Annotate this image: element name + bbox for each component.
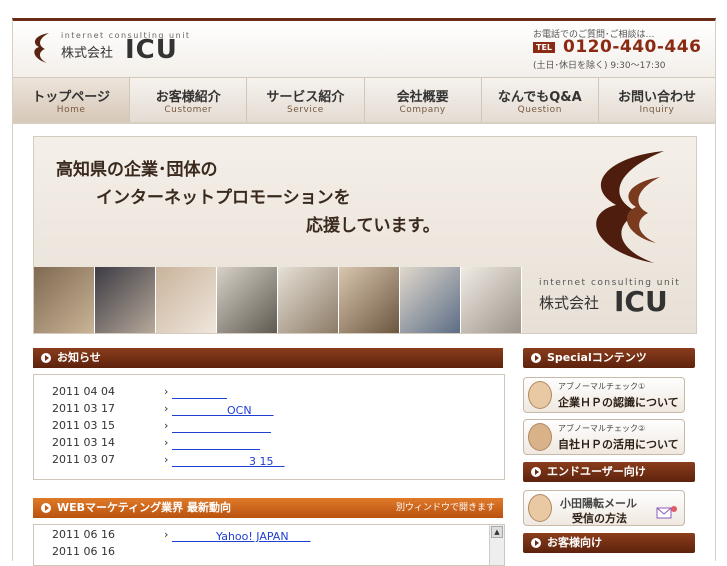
arrow-icon: › bbox=[164, 453, 169, 466]
check2-sublabel: アブノーマルチェック② bbox=[558, 424, 646, 433]
scroll-up-icon[interactable]: ▲ bbox=[491, 526, 503, 538]
mail-icon bbox=[656, 506, 677, 519]
mail-line-1: 小田陽転メール bbox=[560, 497, 637, 510]
news-list: 2011 04 04 › 2011 03 17 › OCN 2011 03 15… bbox=[33, 374, 505, 480]
list-item: 2011 03 07 › 3 15 bbox=[52, 453, 492, 470]
staff-photo bbox=[156, 267, 217, 333]
list-item: 2011 06 16 bbox=[52, 545, 492, 562]
news-link[interactable]: OCN bbox=[172, 402, 274, 418]
special-header: Specialコンテンツ bbox=[523, 348, 695, 368]
mail-line-2: 受信の方法 bbox=[572, 512, 627, 525]
nav-label: トップページ bbox=[32, 90, 110, 105]
nav-label: なんでもQ&A bbox=[497, 90, 582, 105]
hero-banner: 高知県の企業･団体の インターネットプロモーションを 応援しています。 inte… bbox=[33, 136, 697, 334]
hero-line-3: 応援しています。 bbox=[306, 216, 440, 236]
news-date: 2011 06 16 bbox=[52, 545, 115, 558]
arrow-icon: › bbox=[164, 402, 169, 415]
hero-line-1: 高知県の企業･団体の bbox=[56, 160, 218, 180]
nav-sublabel: Inquiry bbox=[639, 105, 675, 115]
customer-header: お客様向け bbox=[523, 533, 695, 553]
news-date: 2011 03 07 bbox=[52, 453, 115, 466]
news-date: 2011 06 16 bbox=[52, 528, 115, 541]
staff-photo bbox=[217, 267, 278, 333]
new-window-note: 別ウィンドウで開きます bbox=[395, 503, 495, 513]
check1-label: 企業ＨＰの認識について bbox=[558, 396, 679, 409]
main-nav: トップページ Home お客様紹介 Customer サービス紹介 Servic… bbox=[13, 77, 715, 124]
logo-icon bbox=[34, 33, 49, 63]
hero-line-2: インターネットプロモーションを bbox=[96, 188, 351, 208]
customer-title: お客様向け bbox=[547, 536, 602, 549]
list-item: 2011 06 16 › Yahoo! JAPAN bbox=[52, 528, 492, 545]
arrow-icon: › bbox=[164, 419, 169, 432]
staff-photo bbox=[278, 267, 339, 333]
news-link[interactable] bbox=[172, 436, 260, 452]
site-header: internet consulting unit 株式会社 ICU お電話でのご… bbox=[13, 21, 715, 77]
check2-button[interactable]: アブノーマルチェック② 自社ＨＰの活用について bbox=[523, 419, 685, 455]
nav-label: お問い合わせ bbox=[617, 90, 696, 105]
web-trends-list: 2011 06 16 › Yahoo! JAPAN 2011 06 16 ▲ bbox=[33, 524, 505, 566]
nav-sublabel: Company bbox=[399, 105, 446, 115]
nav-label: 会社概要 bbox=[396, 90, 449, 105]
staff-photo bbox=[34, 267, 95, 333]
list-item: 2011 03 17 › OCN bbox=[52, 402, 492, 419]
hero-brand: ICU bbox=[614, 285, 668, 318]
enduser-title: エンドユーザー向け bbox=[547, 465, 646, 478]
nav-service[interactable]: サービス紹介 Service bbox=[247, 78, 365, 122]
nav-inquiry[interactable]: お問い合わせ Inquiry bbox=[599, 78, 715, 122]
news-date: 2011 03 14 bbox=[52, 436, 115, 449]
nav-question[interactable]: なんでもQ&A Question bbox=[482, 78, 599, 122]
logo-brand[interactable]: ICU bbox=[125, 35, 178, 65]
news-date: 2011 03 15 bbox=[52, 419, 115, 432]
mail-guide-button[interactable]: 小田陽転メール 受信の方法 bbox=[523, 490, 685, 526]
nav-customer[interactable]: お客様紹介 Customer bbox=[130, 78, 248, 122]
news-title: お知らせ bbox=[57, 351, 101, 364]
news-header: お知らせ bbox=[33, 348, 503, 368]
special-title: Specialコンテンツ bbox=[547, 351, 647, 364]
staff-photo bbox=[400, 267, 461, 333]
nav-sublabel: Home bbox=[56, 105, 86, 115]
hero-company: 株式会社 bbox=[539, 294, 600, 312]
list-item: 2011 03 15 › bbox=[52, 419, 492, 436]
news-link[interactable]: Yahoo! JAPAN bbox=[172, 528, 311, 544]
news-link[interactable] bbox=[172, 419, 271, 435]
check1-button[interactable]: アブノーマルチェック① 企業ＨＰの認識について bbox=[523, 377, 685, 413]
tel-badge: TEL bbox=[533, 42, 556, 53]
nav-label: サービス紹介 bbox=[266, 90, 345, 105]
news-date: 2011 04 04 bbox=[52, 385, 115, 398]
scrollbar[interactable]: ▲ bbox=[489, 525, 504, 565]
hero-logo-icon bbox=[596, 151, 664, 263]
page-frame: internet consulting unit 株式会社 ICU お電話でのご… bbox=[12, 18, 716, 566]
nav-label: お客様紹介 bbox=[155, 90, 221, 105]
news-link[interactable]: 3 15 bbox=[172, 453, 285, 469]
nav-sublabel: Question bbox=[517, 105, 562, 115]
staff-photo bbox=[95, 267, 156, 333]
web-trends-header: WEBマーケティング業界 最新動向 別ウィンドウで開きます bbox=[33, 498, 503, 518]
check1-sublabel: アブノーマルチェック① bbox=[558, 382, 646, 391]
web-trends-title: WEBマーケティング業界 最新動向 bbox=[57, 501, 231, 514]
nav-sublabel: Customer bbox=[164, 105, 213, 115]
news-link[interactable] bbox=[172, 385, 227, 401]
arrow-icon: › bbox=[164, 385, 169, 398]
device-photo bbox=[461, 267, 522, 333]
man-avatar-icon bbox=[528, 494, 552, 522]
business-hours: (土日･休日を除く) 9:30〜17:30 bbox=[533, 61, 666, 71]
logo-company: 株式会社 bbox=[61, 46, 114, 61]
enduser-header: エンドユーザー向け bbox=[523, 462, 695, 482]
nav-sublabel: Service bbox=[287, 105, 324, 115]
news-date: 2011 03 17 bbox=[52, 402, 115, 415]
arrow-icon: › bbox=[164, 528, 169, 541]
photo-strip bbox=[34, 267, 522, 333]
check2-label: 自社ＨＰの活用について bbox=[558, 438, 679, 451]
arrow-icon: › bbox=[164, 436, 169, 449]
tel-number: 0120-440-446 bbox=[563, 37, 702, 57]
list-item: 2011 04 04 › bbox=[52, 385, 492, 402]
staff-photo bbox=[339, 267, 400, 333]
nav-home[interactable]: トップページ Home bbox=[13, 78, 131, 122]
man-avatar-icon bbox=[528, 381, 552, 409]
woman-avatar-icon bbox=[528, 423, 552, 451]
nav-company[interactable]: 会社概要 Company bbox=[365, 78, 482, 122]
list-item: 2011 03 14 › bbox=[52, 436, 492, 453]
